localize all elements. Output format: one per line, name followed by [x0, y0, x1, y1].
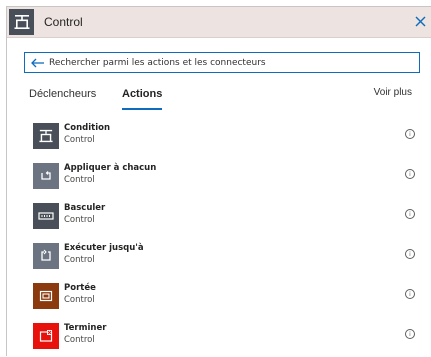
action-category: Control	[64, 335, 95, 345]
info-icon[interactable]: i	[405, 329, 415, 339]
action-name: Appliquer à chacun	[64, 163, 157, 173]
info-icon[interactable]: i	[405, 289, 415, 299]
connector-header: Control	[7, 7, 431, 38]
action-category: Control	[64, 215, 95, 225]
see-more-link[interactable]: Voir plus	[374, 87, 412, 98]
tab-active-indicator	[122, 108, 163, 110]
action-name: Condition	[64, 123, 110, 133]
control-icon	[9, 9, 34, 35]
info-icon[interactable]: i	[405, 169, 415, 179]
condition-icon	[33, 123, 59, 149]
info-icon[interactable]: i	[405, 129, 415, 139]
action-picker-panel: Control Rechercher parmi les actions et …	[6, 6, 431, 356]
action-name: Basculer	[64, 203, 106, 213]
action-category: Control	[64, 255, 95, 265]
action-category: Control	[64, 295, 95, 305]
scope-icon	[33, 283, 59, 309]
list-item-apply-to-each[interactable]: Appliquer à chacun Control i	[7, 159, 431, 197]
connector-title: Control	[44, 15, 83, 29]
search-value: Rechercher parmi les actions et les conn…	[49, 57, 266, 68]
tab-triggers[interactable]: Déclencheurs	[29, 88, 96, 100]
info-icon[interactable]: i	[405, 249, 415, 259]
close-icon[interactable]	[413, 14, 427, 28]
action-category: Control	[64, 135, 95, 145]
action-name: Exécuter jusqu'à	[64, 243, 144, 253]
search-input[interactable]: Rechercher parmi les actions et les conn…	[24, 52, 420, 73]
action-name: Terminer	[64, 323, 107, 333]
switch-icon	[33, 203, 59, 229]
list-item-do-until[interactable]: Exécuter jusqu'à Control i	[7, 239, 431, 277]
do-until-icon	[33, 243, 59, 269]
back-arrow-icon[interactable]	[29, 54, 47, 72]
action-category: Control	[64, 175, 95, 185]
list-item-condition[interactable]: Condition Control i	[7, 119, 431, 157]
list-item-terminate[interactable]: Terminer Control i	[7, 319, 431, 357]
loop-icon	[33, 163, 59, 189]
tab-actions[interactable]: Actions	[122, 88, 163, 110]
info-icon[interactable]: i	[405, 209, 415, 219]
action-name: Portée	[64, 283, 96, 293]
terminate-icon	[33, 323, 59, 349]
list-item-scope[interactable]: Portée Control i	[7, 279, 431, 317]
tab-actions-label: Actions	[122, 88, 163, 100]
list-item-switch[interactable]: Basculer Control i	[7, 199, 431, 237]
